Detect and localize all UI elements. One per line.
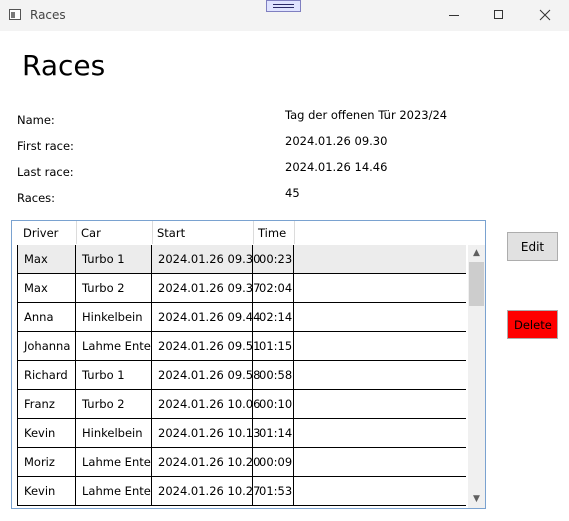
scroll-thumb[interactable] xyxy=(469,262,484,306)
driver-cell: Kevin xyxy=(18,477,76,505)
car-cell: Turbo 2 xyxy=(76,390,152,418)
time-cell: 00:10 xyxy=(253,390,294,418)
car-cell: Hinkelbein xyxy=(76,303,152,331)
start-cell: 2024.01.26 09.37 xyxy=(152,274,260,302)
drag-handle-icon[interactable] xyxy=(266,0,301,12)
minimize-button[interactable] xyxy=(431,0,477,31)
name-value: Tag der offenen Tür 2023/24 xyxy=(285,108,448,122)
time-cell: 02:04 xyxy=(253,274,294,302)
column-header-start[interactable]: Start xyxy=(153,221,254,244)
start-cell: 2024.01.26 09.30 xyxy=(152,245,260,273)
maximize-button[interactable] xyxy=(476,0,522,31)
close-button[interactable] xyxy=(522,0,568,31)
delete-button[interactable]: Delete xyxy=(507,310,558,339)
table-row[interactable]: Max Turbo 2 2024.01.26 09.37 02:04 xyxy=(17,274,466,303)
last-race-label: Last race: xyxy=(17,165,74,179)
car-cell: Lahme Ente xyxy=(76,448,152,476)
first-race-value: 2024.01.26 09.30 xyxy=(285,134,388,148)
start-cell: 2024.01.26 10.06 xyxy=(152,390,260,418)
driver-cell: Max xyxy=(18,274,76,302)
table-row[interactable]: Kevin Hinkelbein 2024.01.26 10.13 01:14 xyxy=(17,419,466,448)
car-cell: Lahme Ente xyxy=(76,477,152,505)
races-count-label: Races: xyxy=(17,191,56,205)
last-race-value: 2024.01.26 14.46 xyxy=(285,160,388,174)
column-header-time[interactable]: Time xyxy=(254,221,295,244)
grid-header: Driver Car Start Time xyxy=(19,221,468,245)
close-icon xyxy=(539,9,551,21)
table-row[interactable]: Franz Turbo 2 2024.01.26 10.06 00:10 xyxy=(17,390,466,419)
car-cell: Hinkelbein xyxy=(76,419,152,447)
driver-cell: Moriz xyxy=(18,448,76,476)
start-cell: 2024.01.26 10.27 xyxy=(152,477,260,505)
car-cell: Turbo 1 xyxy=(76,245,152,273)
time-cell: 02:14 xyxy=(253,303,294,331)
time-cell: 01:14 xyxy=(253,419,294,447)
vertical-scrollbar[interactable]: ▲ ▼ xyxy=(468,245,485,508)
name-label: Name: xyxy=(17,113,55,127)
driver-cell: Anna xyxy=(18,303,76,331)
time-cell: 00:09 xyxy=(253,448,294,476)
column-header-driver[interactable]: Driver xyxy=(19,221,77,244)
table-row[interactable]: Anna Hinkelbein 2024.01.26 09.44 02:14 xyxy=(17,303,466,332)
driver-cell: Max xyxy=(18,245,76,273)
table-row[interactable]: Kevin Lahme Ente 2024.01.26 10.27 01:53 xyxy=(17,477,466,506)
time-cell: 01:15 xyxy=(253,332,294,360)
car-cell: Lahme Ente xyxy=(76,332,152,360)
grid-rows: Max Turbo 1 2024.01.26 09.30 00:23 Max T… xyxy=(17,245,466,506)
car-cell: Turbo 2 xyxy=(76,274,152,302)
page-title: Races xyxy=(22,49,106,82)
time-cell: 00:58 xyxy=(253,361,294,389)
table-row[interactable]: Johanna Lahme Ente 2024.01.26 09.51 01:1… xyxy=(17,332,466,361)
start-cell: 2024.01.26 10.13 xyxy=(152,419,260,447)
app-icon xyxy=(9,9,21,20)
window-title: Races xyxy=(30,8,66,22)
time-cell: 01:53 xyxy=(253,477,294,505)
driver-cell: Franz xyxy=(18,390,76,418)
first-race-label: First race: xyxy=(17,139,74,153)
start-cell: 2024.01.26 09.58 xyxy=(152,361,260,389)
driver-cell: Kevin xyxy=(18,419,76,447)
scroll-down-icon[interactable]: ▼ xyxy=(468,491,485,508)
edit-button[interactable]: Edit xyxy=(507,232,558,261)
races-grid[interactable]: Driver Car Start Time Max Turbo 1 2024.0… xyxy=(11,220,486,509)
table-row[interactable]: Max Turbo 1 2024.01.26 09.30 00:23 xyxy=(17,245,466,274)
start-cell: 2024.01.26 10.20 xyxy=(152,448,260,476)
scroll-up-icon[interactable]: ▲ xyxy=(468,245,485,262)
title-bar[interactable]: Races xyxy=(0,0,569,31)
time-cell: 00:23 xyxy=(253,245,294,273)
races-count-value: 45 xyxy=(285,186,300,200)
table-row[interactable]: Richard Turbo 1 2024.01.26 09.58 00:58 xyxy=(17,361,466,390)
car-cell: Turbo 1 xyxy=(76,361,152,389)
driver-cell: Johanna xyxy=(18,332,76,360)
start-cell: 2024.01.26 09.44 xyxy=(152,303,260,331)
driver-cell: Richard xyxy=(18,361,76,389)
table-row[interactable]: Moriz Lahme Ente 2024.01.26 10.20 00:09 xyxy=(17,448,466,477)
column-header-car[interactable]: Car xyxy=(77,221,153,244)
start-cell: 2024.01.26 09.51 xyxy=(152,332,260,360)
